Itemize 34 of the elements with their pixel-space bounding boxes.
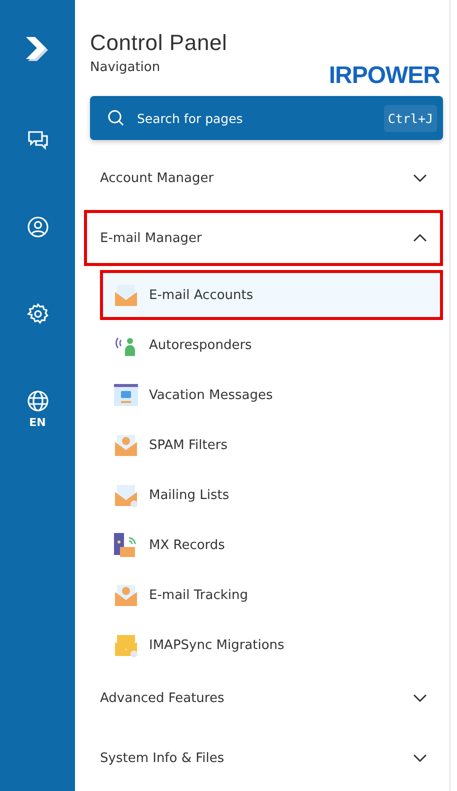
globe-icon[interactable]	[26, 389, 50, 413]
menu-item[interactable]: Mailing Lists	[100, 470, 443, 520]
search-field[interactable]: Search for pages Ctrl+J	[90, 96, 443, 140]
search-icon	[106, 108, 126, 128]
menu-item[interactable]: Vacation Messages	[100, 370, 443, 420]
envelope-icon	[113, 432, 139, 458]
brand-logo: IRPOWER	[328, 64, 440, 88]
user-icon[interactable]	[26, 215, 50, 239]
menu-item[interactable]: E-mail Accounts	[100, 270, 443, 320]
menu-item[interactable]: SPAM Filters	[100, 420, 443, 470]
section-header[interactable]: System Info & Files	[84, 730, 443, 786]
section-label: Account Manager	[99, 170, 214, 186]
section-label: E-mail Manager	[99, 230, 202, 246]
menu-item[interactable]: MX Records	[100, 520, 443, 570]
menu-item[interactable]: IMAPSync Migrations	[100, 620, 443, 670]
section-label: Advanced Features	[99, 690, 224, 706]
shortcut-badge: Ctrl+J	[384, 104, 437, 132]
settings-icon[interactable]	[26, 302, 50, 326]
panel-subtitle: Navigation	[90, 60, 162, 75]
chat-icon[interactable]	[26, 128, 50, 152]
section-label: System Info & Files	[99, 750, 224, 766]
section-header[interactable]: Advanced Features	[84, 670, 443, 726]
menu-item[interactable]: E-mail Tracking	[100, 570, 443, 620]
message-window-icon	[113, 382, 139, 408]
menu-item[interactable]: Autoresponders	[100, 320, 443, 370]
envelope-icon	[113, 482, 139, 508]
search-input[interactable]: Search for pages	[135, 110, 384, 126]
section-header[interactable]: E-mail Manager	[84, 210, 443, 266]
language-label[interactable]: EN	[29, 416, 46, 429]
panel-title: Control Panel	[90, 30, 228, 56]
section-header[interactable]: Account Manager	[84, 150, 443, 206]
envelope-icon	[113, 282, 139, 308]
envelope-icon	[113, 582, 139, 608]
envelope-icon	[113, 632, 139, 658]
